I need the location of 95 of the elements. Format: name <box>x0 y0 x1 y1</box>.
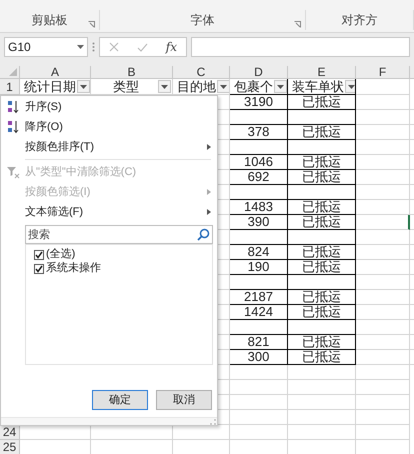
filter-dropdown-button[interactable] <box>345 80 355 93</box>
table-cell-text: 已抵运 <box>302 93 341 112</box>
formula-input[interactable] <box>191 37 410 57</box>
table-cell <box>288 410 356 425</box>
column-title: 装车单状 <box>292 80 344 93</box>
value-list-item[interactable]: (全选) <box>34 248 212 261</box>
table-cell <box>356 79 410 95</box>
value-list-item[interactable]: 系统未操作 <box>34 262 212 275</box>
table-cell <box>356 215 410 230</box>
table-cell <box>356 170 410 185</box>
table-cell <box>356 350 410 365</box>
dialog-launcher-icon[interactable] <box>294 21 302 28</box>
filter-dropdown-button[interactable] <box>77 80 90 93</box>
insert-function-button[interactable]: fx <box>166 38 178 56</box>
table-cell-text: 已抵运 <box>302 348 341 366</box>
clear-filter-icon <box>6 165 20 179</box>
menu-item[interactable]: 文本筛选(F) <box>1 202 217 222</box>
filter-dropdown-button[interactable] <box>217 80 229 93</box>
dialog-button[interactable]: 取消 <box>156 390 212 410</box>
table-cell <box>356 275 410 290</box>
column-header[interactable]: E <box>317 66 326 78</box>
table-cell <box>356 110 410 125</box>
checkbox[interactable] <box>34 250 44 260</box>
menu-item[interactable]: 升序(S) <box>1 97 217 117</box>
filter-dropdown-button[interactable] <box>158 80 171 93</box>
table-cell-text: 已抵运 <box>302 288 341 306</box>
table-cell <box>356 95 410 110</box>
dropdown-caret-icon <box>348 84 355 88</box>
ribbon-group-label: 字体 <box>190 12 215 29</box>
dropdown-caret-icon <box>161 84 168 88</box>
dialog-launcher-icon[interactable] <box>88 21 96 28</box>
table-cell-text: 已抵运 <box>302 168 341 186</box>
sort-descending-icon <box>7 120 19 134</box>
table-cell-text: 已抵运 <box>302 153 341 170</box>
column-title: 类型 <box>112 80 140 93</box>
table-cell-text: 已抵运 <box>302 243 341 260</box>
table-cell <box>356 320 410 335</box>
menu-item[interactable]: 降序(O) <box>1 117 217 137</box>
column-header[interactable]: B <box>127 66 136 78</box>
table-cell-text: 已抵运 <box>302 303 341 322</box>
column-title: 包裹个 <box>234 80 273 93</box>
table-cell <box>356 125 410 140</box>
table-cell <box>356 380 410 395</box>
sort-ascending-icon <box>7 100 19 114</box>
resize-grip-icon[interactable] <box>210 419 216 425</box>
dropdown-caret-icon <box>277 84 284 88</box>
table-cell <box>356 230 410 245</box>
table-cell <box>356 260 410 275</box>
table-cell-text: 3190 <box>244 93 273 112</box>
dropdown-caret-icon <box>220 84 227 88</box>
menu-item[interactable]: 按颜色排序(T) <box>1 137 217 157</box>
filter-dropdown-button[interactable] <box>274 80 287 93</box>
column-title: 统计日期 <box>24 80 76 93</box>
dropdown-caret-icon <box>77 45 84 49</box>
table-cell-text: 已抵运 <box>302 258 341 276</box>
table-cell <box>356 305 410 320</box>
table-cell-text: 已抵运 <box>302 333 341 350</box>
table-cell <box>288 365 356 380</box>
ribbon-group-label: 剪贴板 <box>32 12 68 29</box>
table-cell <box>230 410 288 425</box>
table-cell <box>230 425 288 440</box>
table-cell <box>230 395 288 410</box>
table-cell <box>356 425 410 440</box>
column-title: 目的地 <box>177 80 216 93</box>
column-header[interactable]: A <box>50 66 59 78</box>
table-cell <box>356 335 410 350</box>
column-header[interactable]: F <box>378 66 386 78</box>
table-cell <box>356 365 410 380</box>
column-header[interactable]: D <box>254 66 263 78</box>
table-cell-text: 已抵运 <box>302 213 341 232</box>
table-cell <box>356 395 410 410</box>
table-cell <box>356 290 410 305</box>
column-header[interactable]: C <box>196 66 206 78</box>
dropdown-caret-icon <box>80 84 87 88</box>
ribbon-group-label: 对齐方 <box>342 12 378 29</box>
table-cell <box>288 395 356 410</box>
table-cell <box>230 380 288 395</box>
table-cell <box>230 365 288 380</box>
table-cell <box>356 200 410 215</box>
search-icon <box>197 228 210 241</box>
table-cell <box>356 155 410 170</box>
table-cell-text: 378 <box>248 123 270 142</box>
more-icon <box>92 42 95 52</box>
name-box[interactable]: G10 <box>4 37 88 57</box>
table-cell <box>288 425 356 440</box>
table-cell-text: 已抵运 <box>302 198 341 216</box>
checkbox[interactable] <box>34 264 44 274</box>
table-cell <box>356 245 410 260</box>
search-field[interactable]: 搜索 <box>25 225 213 244</box>
table-cell <box>288 380 356 395</box>
table-cell <box>356 410 410 425</box>
dialog-button[interactable]: 确定 <box>92 390 148 410</box>
table-cell <box>356 185 410 200</box>
table-cell-text: 已抵运 <box>302 123 341 142</box>
table-cell <box>356 140 410 155</box>
